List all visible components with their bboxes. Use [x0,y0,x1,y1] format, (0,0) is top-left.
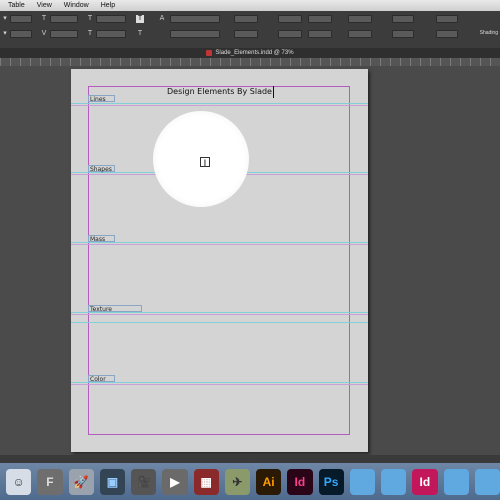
gutter-field[interactable] [436,30,458,38]
chevron-down-icon[interactable]: ▾ [1,30,9,38]
menu-bar: Table View Window Help [0,0,500,11]
section-label-mass[interactable]: Mass [88,235,115,243]
page-title[interactable]: Design Elements By Slade [166,86,274,98]
indent-field-4[interactable] [278,30,302,38]
drop-cap-lines-field[interactable] [392,30,414,38]
space-field-3[interactable] [308,30,332,38]
guide-line[interactable] [71,103,368,104]
photoshop-icon[interactable]: Ps [318,468,344,495]
section-label-shapes[interactable]: Shapes [88,165,115,173]
indesign-icon[interactable]: Id [287,468,313,495]
space-after-field[interactable] [348,15,372,23]
airplane-icon[interactable]: ✈ [224,468,250,495]
character-icon: A [159,15,165,22]
text-color-icon[interactable]: T [136,15,144,23]
guide-line[interactable] [71,312,368,313]
menu-item-view[interactable]: View [37,2,52,9]
text-cursor-icon: Ⅰ [200,157,210,168]
guide-line[interactable] [71,314,368,315]
space-before-field[interactable] [308,15,332,23]
photo-app-icon[interactable]: ▣ [99,468,125,495]
section-label-lines[interactable]: Lines [88,95,115,103]
indesign-doc-icon [206,50,213,56]
video-app-icon[interactable]: 🎥 [131,468,157,495]
font-family-field[interactable] [10,15,32,23]
language-field[interactable] [170,30,220,38]
finder-icon[interactable]: ☺ [6,468,32,495]
leading-field[interactable] [96,15,126,23]
kerning-field[interactable] [50,30,78,38]
document-tab[interactable]: Slade_Elements.indd @ 73% [0,48,500,58]
tracking-field[interactable] [96,30,126,38]
folder-icon[interactable] [443,468,469,495]
photobooth-icon[interactable]: ▦ [193,468,219,495]
menu-item-table[interactable]: Table [8,2,25,9]
guide-line[interactable] [71,322,368,323]
guide-line[interactable] [71,244,368,245]
document-tab-title: Slade_Elements.indd @ 73% [215,50,294,56]
indent-field-1[interactable] [234,15,258,23]
drop-cap-field[interactable] [392,15,414,23]
folder-icon[interactable] [381,468,407,495]
space-field-4[interactable] [348,30,372,38]
guide-line[interactable] [71,384,368,385]
preview-icon[interactable]: ▶ [162,468,188,495]
pasteboard-right[interactable] [368,66,500,455]
font-style-field[interactable] [10,30,32,38]
character-style-field[interactable] [170,15,220,23]
dock: ☺ F 🚀 ▣ 🎥 ▶ ▦ ✈ Ai Id Ps Id [0,463,500,500]
section-label-color[interactable]: Color [88,375,115,383]
guide-line[interactable] [71,242,368,243]
section-label-texture[interactable]: Texture [88,305,142,313]
stroke-color-icon[interactable]: T [136,30,144,38]
status-bar [0,455,500,463]
menu-item-help[interactable]: Help [101,2,115,9]
control-panel: ▾ T T T A ▾ V T T Shading [0,11,500,49]
folder-icon[interactable] [474,468,500,495]
kerning-icon: V [41,30,47,37]
control-row-2: ▾ V T T [0,30,500,43]
illustrator-icon[interactable]: Ai [256,468,282,495]
control-row-1: ▾ T T T A [0,15,500,28]
indesign-doc-icon[interactable]: Id [412,468,438,495]
columns-field[interactable] [436,15,458,23]
folder-icon[interactable] [349,468,375,495]
shading-label: Shading [479,30,498,36]
guide-line[interactable] [71,105,368,106]
indent-field-2[interactable] [278,15,302,23]
tracking-icon: T [87,30,93,37]
leading-icon: T [87,15,93,22]
indent-field-3[interactable] [234,30,258,38]
font-size-icon: T [41,15,47,22]
fontbook-icon[interactable]: F [37,468,63,495]
chevron-down-icon[interactable]: ▾ [1,15,9,23]
guide-line[interactable] [71,382,368,383]
menu-item-window[interactable]: Window [64,2,89,9]
launchpad-icon[interactable]: 🚀 [68,468,94,495]
font-size-field[interactable] [50,15,78,23]
